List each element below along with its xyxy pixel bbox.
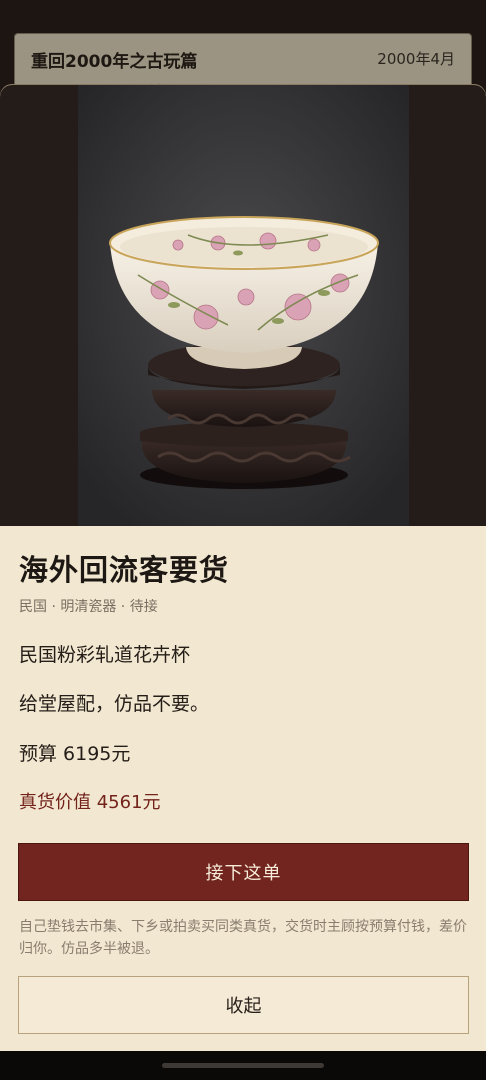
- item-image-frame: [0, 85, 486, 526]
- accept-order-button[interactable]: 接下这单: [18, 843, 469, 901]
- order-item-name: 民国粉彩轧道花卉杯: [19, 644, 191, 666]
- collapse-button[interactable]: 收起: [18, 976, 469, 1034]
- order-budget: 预算 6195元: [19, 743, 131, 765]
- accept-order-label: 接下这单: [205, 863, 282, 884]
- porcelain-bowl-image: [78, 85, 409, 526]
- order-meta: 民国 · 明清瓷器 · 待接: [19, 599, 158, 615]
- home-indicator[interactable]: [162, 1063, 324, 1068]
- order-request: 给堂屋配，仿品不要。: [19, 693, 210, 715]
- order-detail-sheet: 海外回流客要货 民国 · 明清瓷器 · 待接 民国粉彩轧道花卉杯 给堂屋配，仿品…: [0, 85, 486, 1051]
- order-instructions: 自己垫钱去市集、下乡或拍卖买同类真货，交货时主顾按预算付钱，差价归你。仿品多半被…: [19, 919, 467, 957]
- story-date: 2000年4月: [377, 50, 455, 68]
- story-title: 重回2000年之古玩篇: [31, 52, 198, 72]
- order-real-value: 真货价值 4561元: [19, 792, 161, 813]
- collapse-label: 收起: [225, 996, 262, 1017]
- order-title: 海外回流客要货: [19, 553, 230, 587]
